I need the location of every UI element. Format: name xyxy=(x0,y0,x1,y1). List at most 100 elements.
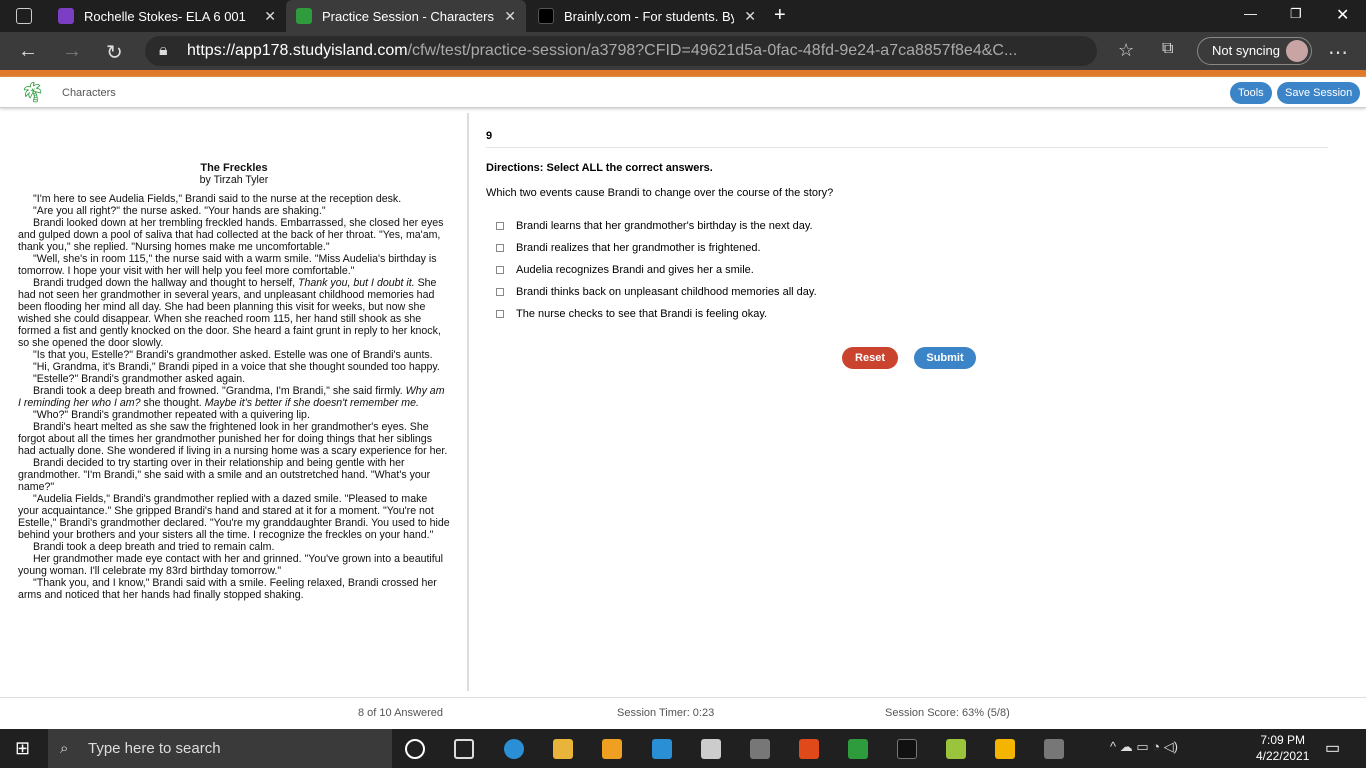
minimize-button[interactable]: — xyxy=(1244,6,1257,21)
brainly-icon xyxy=(538,8,554,24)
app-icon[interactable] xyxy=(1044,739,1064,759)
restore-button[interactable]: ❐ xyxy=(1290,6,1302,22)
passage-paragraph: Brandi took a deep breath and tried to r… xyxy=(33,541,275,553)
address-bar-row: ← → ↻ 🔒︎ https://app178.studyisland.com/… xyxy=(0,32,1366,70)
search-icon: ⌕ xyxy=(60,740,69,757)
tab-actions-icon[interactable] xyxy=(16,8,32,24)
session-timer: Session Timer: 0:23 xyxy=(617,707,715,719)
date: 4/22/2021 xyxy=(1256,749,1310,763)
lock-icon: 🔒︎ xyxy=(159,42,168,59)
answer-option[interactable]: Brandi thinks back on unpleasant childho… xyxy=(496,286,817,298)
save-session-button[interactable]: Save Session xyxy=(1277,82,1361,104)
dropbox-icon[interactable] xyxy=(701,739,721,759)
collections-icon[interactable]: ⧉ xyxy=(1162,40,1173,58)
more-menu-icon[interactable]: ⋯ xyxy=(1328,40,1348,65)
system-tray-icons[interactable]: ^ ☁ ▭ ◔ ◁) xyxy=(1110,739,1178,755)
passage-paragraph: "Estelle?" Brandi's grandmother asked ag… xyxy=(33,373,246,385)
answer-label: Audelia recognizes Brandi and gives her … xyxy=(516,264,754,276)
answer-option[interactable]: Audelia recognizes Brandi and gives her … xyxy=(496,264,754,276)
divider xyxy=(486,147,1328,148)
question-number: 9 xyxy=(486,130,493,142)
brand-stripe xyxy=(0,70,1366,77)
close-tab-icon[interactable]: ✕ xyxy=(264,8,276,25)
passage-author: by Tirzah Tyler xyxy=(199,174,269,186)
classroom-icon xyxy=(58,8,74,24)
file-explorer-icon[interactable] xyxy=(553,739,573,759)
passage-paragraph: "Well, she's in room 115," the nurse sai… xyxy=(18,253,437,277)
refresh-button[interactable]: ↻ xyxy=(106,40,123,65)
close-window-button[interactable]: ✕ xyxy=(1336,5,1349,25)
passage-paragraph: Brandi trudged down the hallway and thou… xyxy=(18,277,441,349)
answer-checkbox[interactable] xyxy=(496,310,504,318)
store-icon[interactable] xyxy=(602,739,622,759)
browser-tab-bar: Rochelle Stokes- ELA 6 001 ✕ Practice Se… xyxy=(0,0,1366,32)
section-title: Characters xyxy=(62,87,116,99)
answer-checkbox[interactable] xyxy=(496,266,504,274)
tab-practice-session[interactable]: Practice Session - Characters - St ✕ xyxy=(286,0,526,32)
reset-button[interactable]: Reset xyxy=(842,347,898,369)
forward-button[interactable]: → xyxy=(62,40,82,63)
cortana-icon[interactable] xyxy=(405,739,425,759)
passage-paragraph: Brandi looked down at her trembling frec… xyxy=(18,217,444,253)
ixl-icon[interactable] xyxy=(946,739,966,759)
close-tab-icon[interactable]: ✕ xyxy=(744,8,756,25)
tab-title: Practice Session - Characters - St xyxy=(322,8,494,24)
passage-paragraph: "I'm here to see Audelia Fields," Brandi… xyxy=(33,193,402,205)
passage-paragraph: Brandi took a deep breath and frowned. "… xyxy=(18,385,445,409)
palm-tree-icon[interactable] xyxy=(848,739,868,759)
windows-taskbar: ⊞ ⌕ Type here to search ^ ☁ ▭ ◔ ◁) 7:09 … xyxy=(0,729,1366,768)
passage: The Freckles by Tirzah Tyler "I'm here t… xyxy=(18,162,450,601)
edge-icon[interactable] xyxy=(504,739,524,759)
url-input[interactable]: 🔒︎ https://app178.studyisland.com/cfw/te… xyxy=(145,36,1097,66)
answer-checkbox[interactable] xyxy=(496,222,504,230)
avatar xyxy=(1286,40,1308,62)
clock[interactable]: 7:09 PM 4/22/2021 xyxy=(1256,732,1309,764)
mail-icon[interactable] xyxy=(652,739,672,759)
passage-paragraph: "Hi, Grandma, it's Brandi," Brandi piped… xyxy=(33,361,440,373)
passage-paragraph: "Are you all right?" the nurse asked. "Y… xyxy=(33,205,326,217)
search-placeholder: Type here to search xyxy=(88,740,221,757)
answer-option[interactable]: Brandi learns that her grandmother's bir… xyxy=(496,220,813,232)
tab-title: Brainly.com - For students. By stu xyxy=(564,8,735,24)
office-icon[interactable] xyxy=(799,739,819,759)
start-button[interactable]: ⊞ xyxy=(15,738,30,759)
passage-paragraph: Brandi decided to try starting over in t… xyxy=(18,457,431,493)
tab-brainly[interactable]: Brainly.com - For students. By stu ✕ xyxy=(528,0,766,32)
answer-label: Brandi learns that her grandmother's bir… xyxy=(516,220,813,232)
passage-panel: The Freckles by Tirzah Tyler "I'm here t… xyxy=(0,113,469,691)
tools-button[interactable]: Tools xyxy=(1230,82,1272,104)
question-text: Which two events cause Brandi to change … xyxy=(486,187,834,199)
answer-label: Brandi realizes that her grandmother is … xyxy=(516,242,761,254)
app-icon[interactable] xyxy=(750,739,770,759)
question-panel: 9 Directions: Select ALL the correct ans… xyxy=(471,113,1366,691)
passage-paragraph: "Is that you, Estelle?" Brandi's grandmo… xyxy=(33,349,433,361)
sync-label: Not syncing xyxy=(1212,43,1280,58)
task-view-icon[interactable] xyxy=(454,739,474,759)
brainly-icon[interactable] xyxy=(897,739,917,759)
tab-rochelle[interactable]: Rochelle Stokes- ELA 6 001 ✕ xyxy=(48,0,286,32)
passage-paragraph: Brandi's heart melted as she saw the fri… xyxy=(18,421,448,457)
notifications-icon[interactable]: ▭ xyxy=(1325,738,1340,758)
answer-checkbox[interactable] xyxy=(496,288,504,296)
app-header: 🌴︎ Characters Tools Save Session xyxy=(0,77,1366,108)
submit-button[interactable]: Submit xyxy=(914,347,976,369)
passage-paragraph: "Audelia Fields," Brandi's grandmother r… xyxy=(18,493,450,541)
palm-tree-icon xyxy=(296,8,312,24)
back-button[interactable]: ← xyxy=(18,40,38,63)
answer-option[interactable]: Brandi realizes that her grandmother is … xyxy=(496,242,761,254)
session-score: Session Score: 63% (5/8) xyxy=(885,707,1010,719)
taskbar-search-input[interactable]: ⌕ Type here to search xyxy=(48,729,392,768)
passage-paragraph: "Thank you, and I know," Brandi said wit… xyxy=(18,577,437,601)
answer-checkbox[interactable] xyxy=(496,244,504,252)
classroom-icon[interactable] xyxy=(995,739,1015,759)
profile-sync-button[interactable]: Not syncing xyxy=(1197,37,1312,65)
favorites-icon[interactable]: ☆ xyxy=(1118,40,1134,61)
answer-label: The nurse checks to see that Brandi is f… xyxy=(516,308,768,320)
url-path: /cfw/test/practice-session/a3798?CFID=49… xyxy=(407,42,1018,59)
answer-option[interactable]: The nurse checks to see that Brandi is f… xyxy=(496,308,767,320)
answer-label: Brandi thinks back on unpleasant childho… xyxy=(516,286,817,298)
new-tab-button[interactable]: + xyxy=(774,4,786,27)
url-host: https://app178.studyisland.com xyxy=(187,42,408,59)
time: 7:09 PM xyxy=(1260,733,1306,747)
close-tab-icon[interactable]: ✕ xyxy=(504,8,516,25)
